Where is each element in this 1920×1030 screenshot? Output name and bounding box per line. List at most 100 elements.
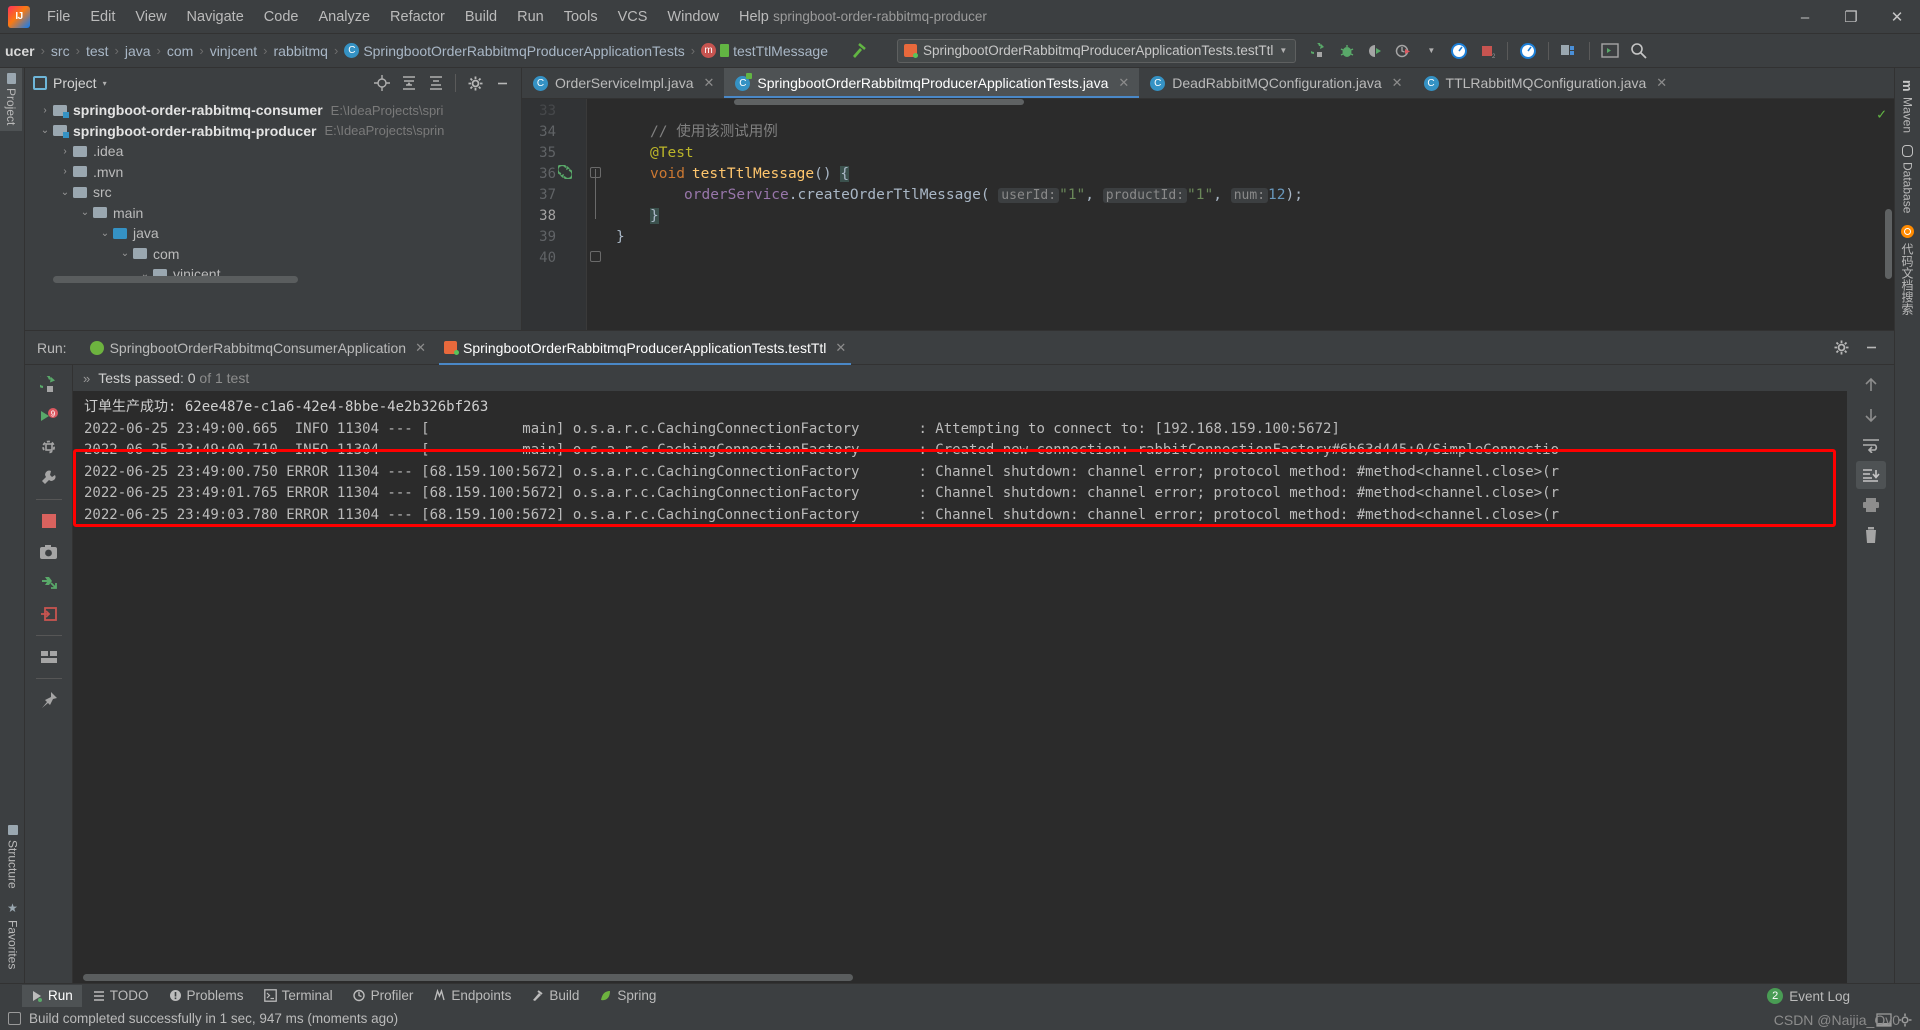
tool-button-profiler[interactable]: Profiler <box>344 985 423 1007</box>
code-content[interactable]: // 使用该测试用例 @Test void testTtlMessage() { … <box>604 99 1894 330</box>
tree-item-consumer-module[interactable]: › springboot-order-rabbitmq-consumer E:\… <box>25 100 521 121</box>
soft-wrap-icon[interactable] <box>1856 431 1886 459</box>
update-application-icon[interactable] <box>1446 38 1472 64</box>
inspection-status-icon[interactable]: ✓ <box>1877 105 1886 123</box>
collapse-all-icon[interactable] <box>423 70 449 96</box>
close-button[interactable]: ✕ <box>1874 0 1920 34</box>
tree-item-com[interactable]: ⌄ com <box>25 244 521 265</box>
close-icon[interactable]: ✕ <box>1656 75 1667 91</box>
run-tab-producer-tests[interactable]: SpringbootOrderRabbitmqProducerApplicati… <box>435 331 855 365</box>
menu-analyze[interactable]: Analyze <box>309 6 379 28</box>
fold-end-icon[interactable] <box>590 251 601 262</box>
chevron-right-icon[interactable]: › <box>37 105 53 116</box>
sidebar-item-favorites[interactable]: ★ Favorites <box>2 895 24 975</box>
breadcrumb-item-method[interactable]: testTtlMessage <box>696 41 833 61</box>
chevron-down-icon[interactable]: ⌄ <box>57 187 73 198</box>
editor-horizontal-scrollbar[interactable] <box>734 99 1024 105</box>
sidebar-item-database[interactable]: Database <box>1897 139 1919 219</box>
run-icon[interactable] <box>1306 38 1332 64</box>
export-screenshot-icon[interactable] <box>34 538 64 566</box>
tool-button-spring[interactable]: Spring <box>590 985 665 1007</box>
chevron-down-icon[interactable]: ⌄ <box>97 228 113 239</box>
menu-run[interactable]: Run <box>508 6 553 28</box>
chevron-right-icon[interactable]: › <box>57 146 73 157</box>
layout-icon[interactable] <box>34 643 64 671</box>
services-icon[interactable] <box>1515 38 1541 64</box>
hide-window-icon[interactable] <box>1858 335 1884 361</box>
tab-order-service-impl[interactable]: OrderServiceImpl.java ✕ <box>522 68 724 98</box>
expand-all-icon[interactable] <box>396 70 422 96</box>
terminal-icon[interactable] <box>1597 38 1623 64</box>
breadcrumb-item-vinjcent[interactable]: vinjcent <box>205 41 262 61</box>
search-everywhere-icon[interactable] <box>1625 38 1651 64</box>
menu-view[interactable]: View <box>126 6 175 28</box>
run-configuration-selector[interactable]: SpringbootOrderRabbitmqProducerApplicati… <box>897 38 1297 63</box>
chevron-down-icon[interactable]: ⌄ <box>37 125 53 136</box>
toggle-auto-test-icon[interactable] <box>34 433 64 461</box>
breadcrumb-item-com[interactable]: com <box>162 41 198 61</box>
tool-button-problems[interactable]: Problems <box>160 985 253 1007</box>
run-tab-consumer-application[interactable]: SpringbootOrderRabbitmqConsumerApplicati… <box>81 331 435 365</box>
test-settings-wrench-icon[interactable] <box>34 464 64 492</box>
tree-item-src[interactable]: ⌄ src <box>25 182 521 203</box>
debug-icon[interactable] <box>1334 38 1360 64</box>
code-editor[interactable]: 33 34 35 36 37 38 39 40 // 使用该测试用例 @Test… <box>522 99 1894 330</box>
close-icon[interactable]: ✕ <box>704 75 715 91</box>
tab-ttl-rabbitmq-configuration[interactable]: TTLRabbitMQConfiguration.java ✕ <box>1413 68 1678 98</box>
menu-code[interactable]: Code <box>255 6 308 28</box>
stop-icon[interactable] <box>34 507 64 535</box>
tree-item-mvn[interactable]: › .mvn <box>25 162 521 183</box>
tab-producer-application-tests[interactable]: SpringbootOrderRabbitmqProducerApplicati… <box>724 68 1140 98</box>
breadcrumb-item-module[interactable]: ucer <box>0 41 40 61</box>
tool-button-todo[interactable]: TODO <box>84 985 158 1007</box>
close-icon[interactable]: ✕ <box>1392 75 1403 91</box>
clear-all-icon[interactable] <box>1856 521 1886 549</box>
hide-panel-icon[interactable] <box>489 70 515 96</box>
breadcrumb-item-java[interactable]: java <box>120 41 156 61</box>
run-test-gutter-icon[interactable] <box>558 165 572 179</box>
menu-vcs[interactable]: VCS <box>609 6 657 28</box>
close-icon[interactable]: ✕ <box>835 340 846 356</box>
tool-button-endpoints[interactable]: Endpoints <box>424 985 520 1007</box>
export-test-results-icon[interactable] <box>34 600 64 628</box>
tree-item-producer-module[interactable]: ⌄ springboot-order-rabbitmq-producer E:\… <box>25 121 521 142</box>
console-output[interactable]: 订单生产成功: 62ee487e-c1a6-42e4-8bbe-4e2b326b… <box>73 391 1847 983</box>
close-icon[interactable]: ✕ <box>1118 75 1129 91</box>
editor-vertical-scrollbar[interactable] <box>1885 209 1892 279</box>
run-with-coverage-icon[interactable] <box>1362 38 1388 64</box>
breadcrumb-item-class[interactable]: SpringbootOrderRabbitmqProducerApplicati… <box>339 41 689 61</box>
settings-gear-icon[interactable] <box>1828 335 1854 361</box>
sidebar-item-code-doc-search[interactable]: 代码文档搜索 <box>1895 219 1920 321</box>
menu-edit[interactable]: Edit <box>81 6 124 28</box>
chevron-down-icon[interactable]: ▾ <box>103 79 107 88</box>
menu-build[interactable]: Build <box>456 6 506 28</box>
breadcrumb-item-rabbitmq[interactable]: rabbitmq <box>269 41 333 61</box>
sidebar-item-maven[interactable]: m Maven <box>1896 74 1919 139</box>
tree-item-main[interactable]: ⌄ main <box>25 203 521 224</box>
tree-item-idea[interactable]: › .idea <box>25 141 521 162</box>
rerun-failed-tests-icon[interactable]: 9 <box>34 402 64 430</box>
tree-item-java[interactable]: ⌄ java <box>25 223 521 244</box>
expand-chevron-icon[interactable]: » <box>83 371 90 386</box>
project-structure-icon[interactable] <box>1556 38 1582 64</box>
scroll-down-icon[interactable] <box>1856 401 1886 429</box>
event-log-indicator[interactable]: 2 Event Log <box>1767 988 1850 1004</box>
project-tree-horizontal-scrollbar[interactable] <box>53 275 298 283</box>
scroll-to-end-icon[interactable] <box>1855 461 1886 489</box>
settings-gear-icon[interactable] <box>1898 1013 1912 1027</box>
chevron-right-icon[interactable]: › <box>57 166 73 177</box>
editor-gutter[interactable]: 33 34 35 36 37 38 39 40 <box>522 99 586 330</box>
pin-tab-icon[interactable] <box>34 686 64 714</box>
menu-navigate[interactable]: Navigate <box>178 6 253 28</box>
menu-file[interactable]: File <box>38 6 79 28</box>
scroll-up-icon[interactable] <box>1856 371 1886 399</box>
menu-window[interactable]: Window <box>658 6 728 28</box>
print-icon[interactable] <box>1856 491 1886 519</box>
menu-help[interactable]: Help <box>730 6 778 28</box>
locate-icon[interactable] <box>369 70 395 96</box>
tab-dead-rabbitmq-configuration[interactable]: DeadRabbitMQConfiguration.java ✕ <box>1139 68 1412 98</box>
rerun-icon[interactable] <box>34 371 64 399</box>
close-icon[interactable]: ✕ <box>415 340 426 356</box>
sidebar-item-structure[interactable]: Structure <box>2 819 24 895</box>
build-hammer-icon[interactable] <box>845 38 871 64</box>
